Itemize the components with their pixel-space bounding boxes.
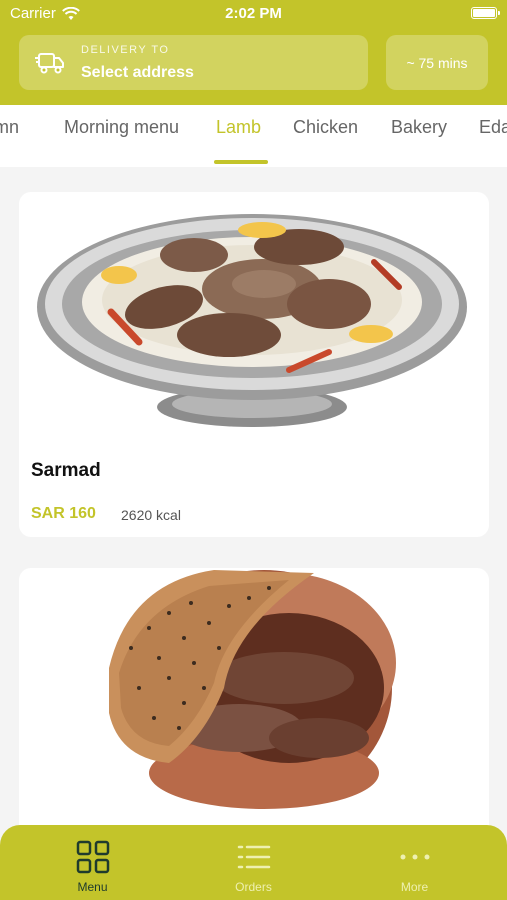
delivery-truck-icon — [35, 53, 64, 74]
nav-more[interactable]: More — [330, 825, 499, 900]
tab-lamb[interactable]: Lamb — [216, 117, 261, 138]
status-time: 2:02 PM — [225, 5, 282, 22]
tab-morning-menu[interactable]: Morning menu — [64, 117, 179, 138]
nav-orders-label: Orders — [235, 880, 272, 894]
eta-badge[interactable]: ~ 75 mins — [386, 35, 488, 90]
category-tabs: mn Morning menu Lamb Chicken Bakery Eda — [0, 105, 507, 167]
tab-previous[interactable]: mn — [0, 117, 19, 138]
address-selector[interactable]: DELIVERY TO Select address — [19, 35, 368, 90]
tab-bakery[interactable]: Bakery — [391, 117, 447, 138]
active-tab-indicator — [214, 160, 268, 164]
tab-eda[interactable]: Eda — [479, 117, 507, 138]
dish-image-sarmad — [37, 214, 467, 427]
more-dots-icon — [400, 854, 430, 860]
dish-price: SAR 160 — [31, 505, 96, 522]
list-icon — [237, 845, 271, 869]
battery-icon — [471, 7, 500, 19]
dish-image-clay-pot — [109, 570, 396, 809]
eta-label: ~ 75 mins — [406, 54, 468, 71]
dish-kcal: 2620 kcal — [121, 507, 181, 523]
dish-name: Sarmad — [31, 460, 101, 481]
menu-item-card[interactable]: Sarmad SAR 160 2620 kcal — [19, 192, 489, 537]
address-value: Select address — [81, 64, 194, 81]
nav-more-label: More — [400, 880, 429, 894]
nav-menu[interactable]: Menu — [8, 825, 177, 900]
grid-icon — [76, 840, 110, 874]
status-bar: Carrier 2:02 PM — [0, 0, 507, 28]
app-header: Carrier 2:02 PM DELIVERY TO Select addre… — [0, 0, 507, 105]
delivery-to-label: DELIVERY TO — [81, 44, 170, 56]
nav-menu-label: Menu — [77, 880, 108, 894]
menu-item-card[interactable] — [19, 568, 489, 848]
tab-chicken[interactable]: Chicken — [293, 117, 358, 138]
bottom-navigation: Menu Orders More — [0, 825, 507, 900]
nav-orders[interactable]: Orders — [169, 825, 338, 900]
